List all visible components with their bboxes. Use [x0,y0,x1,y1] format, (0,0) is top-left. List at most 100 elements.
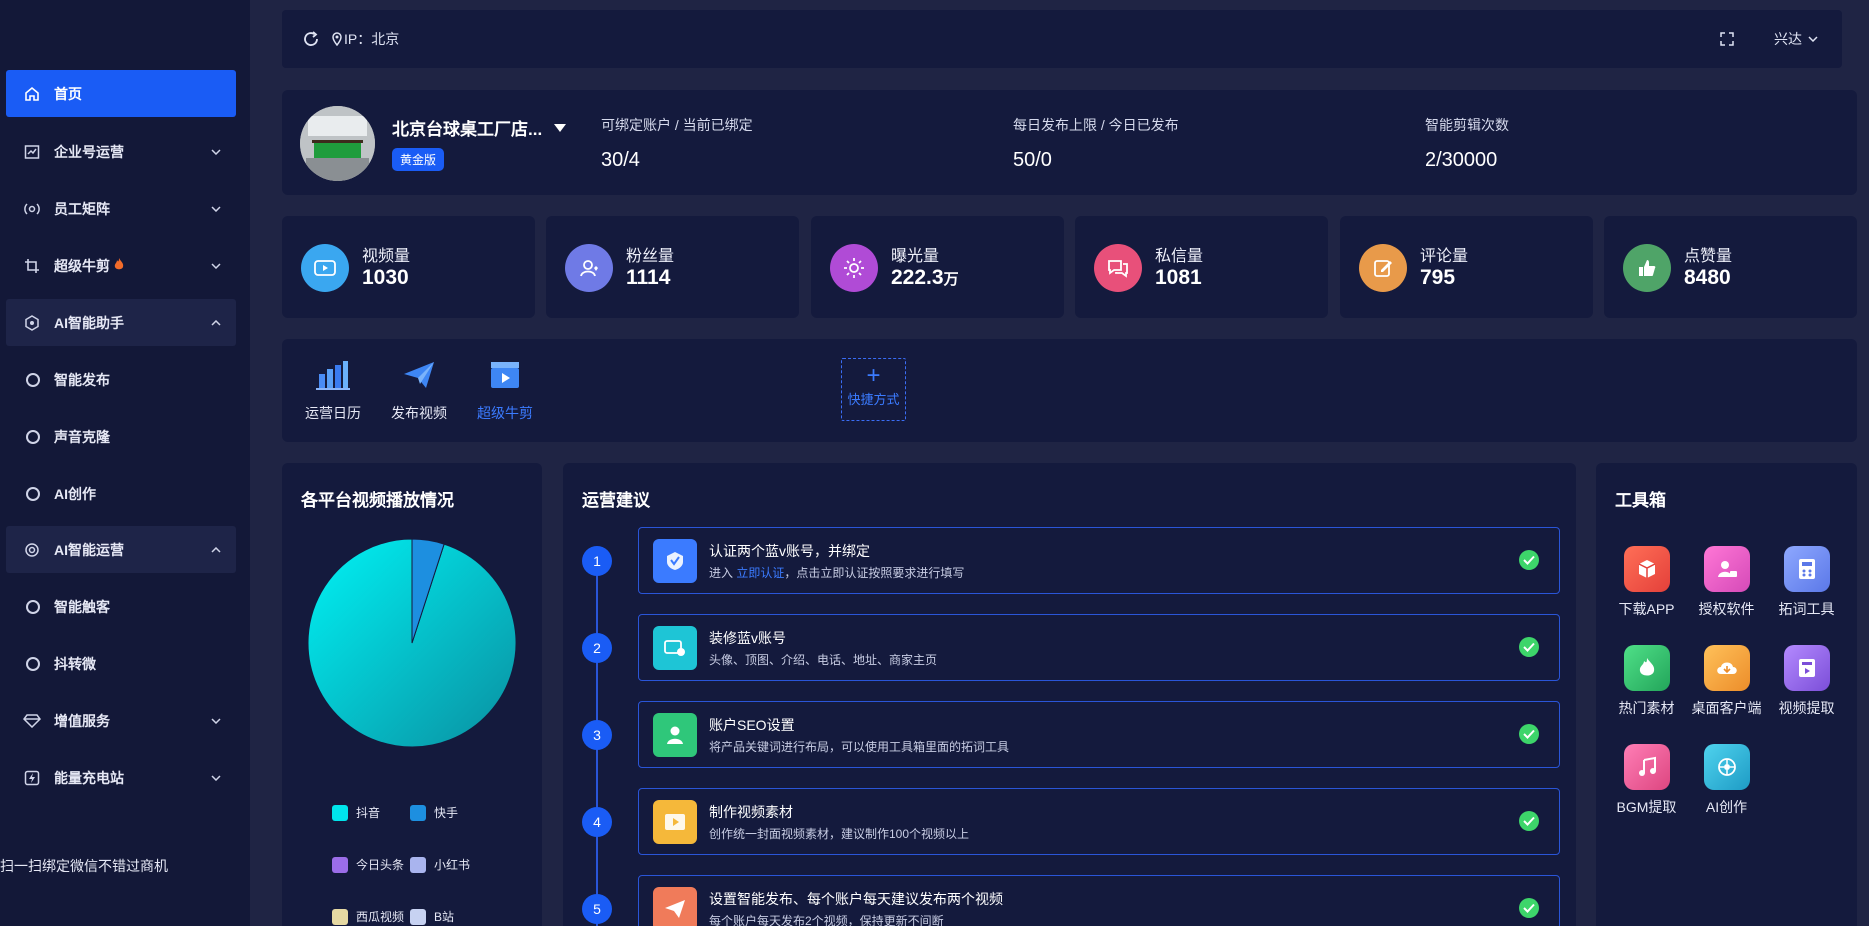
sidebar-item-label: AI智能运营 [54,541,124,558]
sidebar-item-label: 智能触客 [54,598,110,615]
legend-label: 快手 [434,806,459,820]
suggestion-card[interactable]: 认证两个蓝v账号，并绑定 进入 立即认证，点击立即认证按照要求进行填写 [638,527,1560,594]
flame-icon [1623,645,1670,691]
chevron-down-icon [1808,36,1818,42]
metric-value: 1030 [362,266,409,289]
account-panel: 北京台球桌工厂店... 黄金版 可绑定账户 / 当前已绑定 30/4 每日发布上… [282,90,1857,195]
suggestion-desc: 头像、顶图、介绍、电话、地址、商家主页 [709,653,938,667]
step-number: 2 [582,633,612,663]
verify-link[interactable]: 立即认证 [736,566,784,580]
user-lock-icon [1703,546,1750,592]
metric-value: 795 [1420,266,1456,289]
panel-title: 各平台视频播放情况 [301,491,454,510]
metric-value: 8480 [1684,266,1731,289]
calculator-icon [1783,546,1830,592]
check-icon [1519,550,1539,570]
legend-item[interactable]: 西瓜视频 [332,908,404,925]
account-switcher[interactable]: 北京台球桌工厂店... [392,115,567,140]
sidebar-item-label: AI创作 [54,485,96,502]
legend-item[interactable]: 小红书 [410,856,470,873]
chart-icon [22,142,42,162]
legend-label: 今日头条 [356,858,405,872]
fullscreen-icon[interactable] [1720,32,1734,46]
metric-label: 视频量 [362,248,411,265]
sidebar-item-ai-create[interactable]: AI创作 [6,470,236,517]
tool-bgm-extract[interactable]: BGM提取 [1604,744,1689,817]
chevron-down-icon [204,717,228,724]
metric-value: 222.3万 [891,266,959,289]
metric-label: 点赞量 [1684,248,1733,265]
metric-card-fans: 粉丝量 1114 [546,216,799,318]
circle-icon [26,599,40,614]
check-icon [1519,811,1539,831]
circle-icon [26,486,40,501]
circle-icon [26,372,40,387]
tool-video-extract[interactable]: 视频提取 [1764,645,1849,718]
sidebar: 首页 企业号运营 员工矩阵 超级牛剪 AI智能助手 智能发布 声音克隆 AI创作… [0,0,250,926]
suggestion-card[interactable]: 设置智能发布、每个账户每天建议发布两个视频 每个账户每天发布2个视频，保持更新不… [638,875,1560,926]
sidebar-item-ai-assistant[interactable]: AI智能助手 [6,299,236,346]
shortcut-ops-calendar[interactable]: 运营日历 [293,355,373,423]
caret-down-icon [554,123,567,132]
sidebar-item-staff-matrix[interactable]: 员工矩阵 [6,185,236,232]
user-menu[interactable]: 兴达 [1774,29,1818,49]
suggestion-card[interactable]: 装修蓝v账号 头像、顶图、介绍、电话、地址、商家主页 [638,614,1560,681]
legend-item[interactable]: B站 [410,908,454,925]
legend-label: 抖音 [356,806,381,820]
sidebar-item-label: 超级牛剪 [54,257,110,274]
legend-item[interactable]: 今日头条 [332,856,404,873]
check-icon [1519,898,1539,918]
sidebar-item-smart-reach[interactable]: 智能触客 [6,583,236,630]
legend-label: 小红书 [434,858,471,872]
shortcut-super-cut[interactable]: 超级牛剪 [465,355,545,423]
suggestion-title: 账户SEO设置 [709,717,795,733]
shortcut-publish-video[interactable]: 发布视频 [379,355,459,423]
sun-icon [830,244,878,292]
shortcut-label: 超级牛剪 [477,405,533,421]
suggestion-desc: 进入 立即认证，点击立即认证按照要求进行填写 [709,566,965,580]
user-name: 兴达 [1774,31,1802,47]
sidebar-item-ai-ops[interactable]: AI智能运营 [6,526,236,573]
tool-authorize-software[interactable]: 授权软件 [1684,546,1769,619]
thumbs-up-icon [1623,244,1671,292]
sidebar-item-voice-clone[interactable]: 声音克隆 [6,413,236,460]
suggestion-card[interactable]: 制作视频素材 创作统一封面视频素材，建议制作100个视频以上 [638,788,1560,855]
add-shortcut-label: 快捷方式 [847,392,900,407]
stat-value: 50/0 [1013,149,1052,171]
sidebar-item-energy-station[interactable]: 能量充电站 [6,754,236,801]
sidebar-item-super-cut[interactable]: 超级牛剪 [6,242,236,289]
sidebar-item-enterprise-ops[interactable]: 企业号运营 [6,128,236,175]
panel-title: 工具箱 [1615,491,1666,510]
check-icon [1519,637,1539,657]
shortcut-label: 运营日历 [305,405,361,421]
chevron-down-icon [204,205,228,212]
suggestion-title: 认证两个蓝v账号，并绑定 [709,543,870,559]
tool-desktop-client[interactable]: 桌面客户端 [1684,645,1769,718]
tool-label: 下载APP [1618,601,1675,617]
step-number: 1 [582,546,612,576]
tool-keyword-expand[interactable]: 拓词工具 [1764,546,1849,619]
video-icon [301,244,349,292]
account-name: 北京台球桌工厂店... [392,120,543,139]
sidebar-item-home[interactable]: 首页 [6,70,236,117]
sidebar-item-smart-publish[interactable]: 智能发布 [6,356,236,403]
suggestion-card[interactable]: 账户SEO设置 将产品关键词进行布局，可以使用工具箱里面的拓词工具 [638,701,1560,768]
home-icon [22,84,42,104]
sidebar-item-douyin-to-wechat[interactable]: 抖转微 [6,640,236,687]
legend-swatch [332,804,348,821]
user-seo-icon [653,713,697,757]
suggestion-title: 制作视频素材 [709,804,793,820]
tool-ai-create[interactable]: AI创作 [1684,744,1769,817]
metric-label: 评论量 [1420,248,1469,265]
refresh-icon[interactable] [302,30,320,48]
sidebar-item-value-added[interactable]: 增值服务 [6,697,236,744]
add-shortcut-button[interactable]: + 快捷方式 [841,358,906,421]
fans-icon [565,244,613,292]
music-icon [1623,744,1670,790]
tool-download-app[interactable]: 下载APP [1604,546,1689,619]
metric-card-comments: 评论量 795 [1340,216,1593,318]
tool-hot-material[interactable]: 热门素材 [1604,645,1689,718]
legend-item[interactable]: 快手 [410,804,458,821]
step-number: 4 [582,807,612,837]
legend-item[interactable]: 抖音 [332,804,380,821]
